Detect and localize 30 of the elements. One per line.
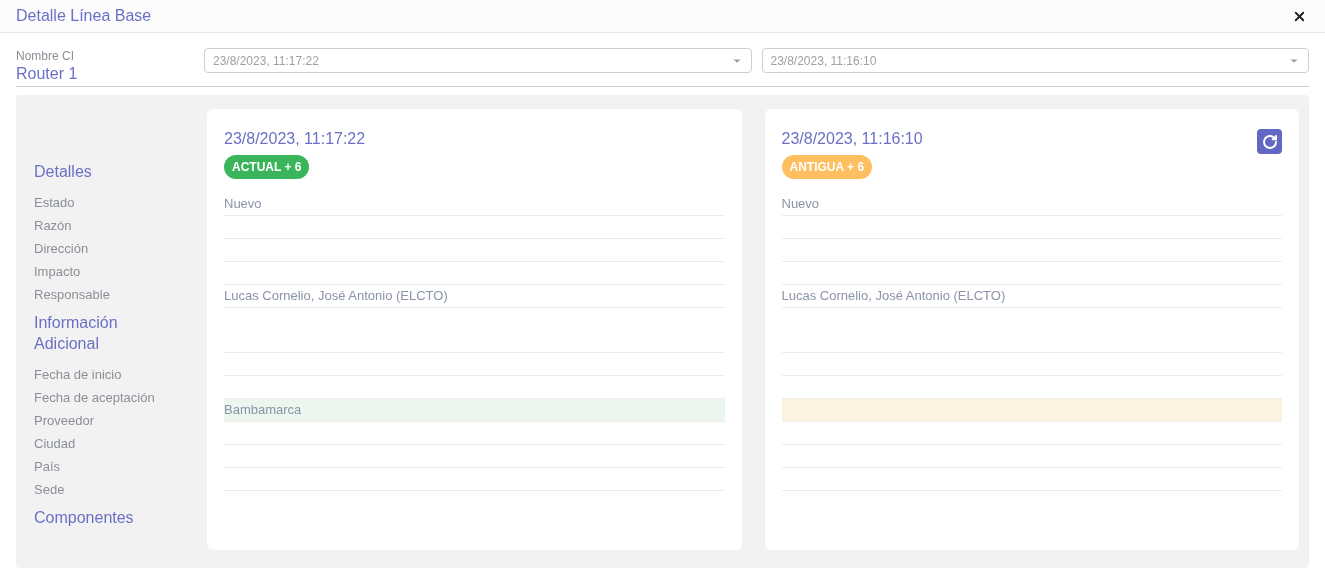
value-text: Nuevo <box>781 195 820 214</box>
section-heading: Detalles <box>34 162 93 182</box>
value-text: Bambamarca <box>224 401 302 420</box>
section-heading: Componentes <box>34 508 135 528</box>
field-label: Fecha de inicio <box>34 366 123 384</box>
restore-button[interactable] <box>1257 129 1282 154</box>
field-label: Sede <box>34 481 66 499</box>
field-label: Responsable <box>34 286 111 304</box>
version-badge: ANTIGUA + 6 <box>781 155 873 179</box>
field-label: Nombre CI <box>16 48 75 64</box>
value-text: Nuevo <box>224 195 262 214</box>
field-label: Proveedor <box>34 412 95 430</box>
window-title: Detalle Línea Base <box>16 6 152 26</box>
value-text: Lucas Cornelio, José Antonio (ELCTO) <box>781 287 1006 306</box>
version-date: 23/8/2023, 11:17:22 <box>224 129 366 149</box>
field-label: Dirección <box>34 240 90 258</box>
field-label: Fecha de aceptación <box>34 389 156 407</box>
value-text: Lucas Cornelio, José Antonio (ELCTO) <box>224 287 448 306</box>
rotate-icon <box>1261 133 1278 150</box>
field-value: Router 1 <box>16 64 79 84</box>
field-label: Estado <box>34 194 76 212</box>
field-label: País <box>34 458 61 476</box>
version-badge: ACTUAL + 6 <box>224 155 310 179</box>
section-heading: Información Adicional <box>34 313 119 354</box>
date-select[interactable]: 23/8/2023, 11:17:22 <box>204 48 752 73</box>
date-select[interactable]: 23/8/2023, 11:16:10 <box>761 48 1309 73</box>
field-label: Ciudad <box>34 435 77 453</box>
field-label: Razón <box>34 217 73 235</box>
version-date: 23/8/2023, 11:16:10 <box>781 129 923 149</box>
field-label: Impacto <box>34 263 82 281</box>
